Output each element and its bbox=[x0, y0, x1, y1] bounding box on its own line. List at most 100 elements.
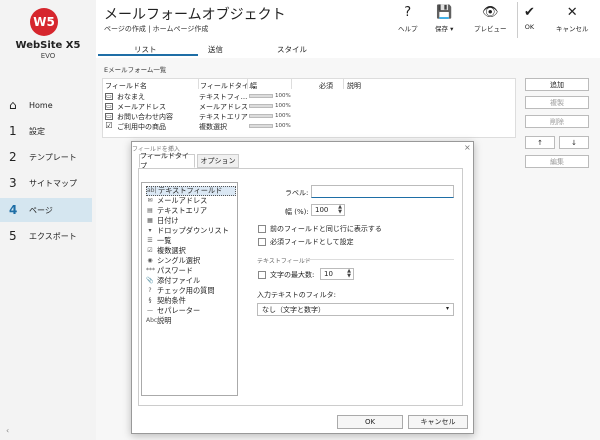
list-item-list[interactable]: ☰ 一覧 bbox=[146, 236, 236, 246]
dialog-close-icon[interactable]: × bbox=[464, 143, 471, 152]
width-bar bbox=[249, 94, 273, 98]
tab-options[interactable]: オプション bbox=[197, 154, 239, 168]
preview-button[interactable]: 👁 プレビュー bbox=[474, 6, 507, 34]
width-bar bbox=[249, 104, 273, 108]
breadcrumb[interactable]: ページの作成 | ホームページ作成 bbox=[104, 24, 208, 34]
table-row[interactable]: ▭ メールアドレス メールアドレス 100% bbox=[103, 101, 517, 111]
list-item-label: テキストフィールド bbox=[158, 186, 223, 195]
sidebar-item-home[interactable]: ⌂ Home bbox=[0, 93, 92, 117]
column-divider bbox=[198, 79, 199, 89]
list-item-description[interactable]: Abc 説明 bbox=[146, 316, 236, 326]
move-down-button[interactable]: ↓ bbox=[559, 136, 589, 149]
list-item-label: チェック用の質問 bbox=[157, 286, 215, 295]
app-logo: W5 bbox=[30, 8, 58, 36]
move-up-button[interactable]: ↑ bbox=[525, 136, 555, 149]
save-button[interactable]: 💾 保存 ▾ bbox=[435, 6, 453, 34]
label-input[interactable] bbox=[311, 185, 454, 198]
column-divider bbox=[247, 79, 248, 89]
cancel-label: キャンセル bbox=[556, 25, 589, 33]
table-row[interactable]: ▭ お問い合わせ内容 テキストエリア 100% bbox=[103, 111, 517, 121]
field-width: 100% bbox=[275, 113, 291, 119]
tab-send[interactable]: 送信 bbox=[208, 44, 223, 55]
list-item-textarea[interactable]: ▤ テキストエリア bbox=[146, 206, 236, 216]
group-divider bbox=[304, 259, 454, 260]
width-bar bbox=[249, 124, 273, 128]
list-item-password[interactable]: *** パスワード bbox=[146, 266, 236, 276]
collapse-sidebar-icon[interactable]: ‹ bbox=[6, 426, 9, 435]
list-icon: ☰ bbox=[147, 237, 153, 244]
list-item-label: メールアドレス bbox=[157, 196, 208, 205]
list-item-email[interactable]: ✉ メールアドレス bbox=[146, 196, 236, 206]
textarea-icon: ▤ bbox=[147, 207, 153, 214]
page-title: メールフォームオブジェクト bbox=[104, 7, 286, 23]
field-type: 複数選択 bbox=[199, 123, 227, 131]
list-item-label: シングル選択 bbox=[157, 256, 201, 265]
sidebar-item-template[interactable]: 2 テンプレート bbox=[0, 145, 92, 169]
list-item-single-choice[interactable]: ◉ シングル選択 bbox=[146, 256, 236, 266]
ok-button[interactable]: ✔ OK bbox=[524, 6, 535, 32]
text-field-icon: ab| bbox=[147, 187, 157, 194]
duplicate-button[interactable]: 複製 bbox=[525, 96, 589, 109]
list-item-dropdown[interactable]: ▾ ドロップダウンリスト bbox=[146, 226, 236, 236]
edit-button[interactable]: 編集 bbox=[525, 155, 589, 168]
list-item-label: テキストエリア bbox=[157, 206, 208, 215]
list-item-attachment[interactable]: 📎 添付ファイル bbox=[146, 276, 236, 286]
column-header[interactable]: 必須 bbox=[319, 81, 333, 91]
table-row[interactable]: ▭ おなまえ テキストフィ... 100% bbox=[103, 91, 517, 101]
delete-button[interactable]: 削除 bbox=[525, 115, 589, 128]
filter-select[interactable]: なし（文字と数字） ▾ bbox=[257, 303, 454, 316]
column-header[interactable]: 幅 bbox=[250, 81, 257, 91]
list-item-check-question[interactable]: ? チェック用の質問 bbox=[146, 286, 236, 296]
email-icon: ✉ bbox=[147, 197, 153, 204]
required-label: 必須フィールドとして設定 bbox=[270, 238, 354, 246]
field-type-list[interactable]: ab| テキストフィールド ✉ メールアドレス ▤ テキストエリア ▦ 日付け ▾ ドロッ… bbox=[141, 182, 238, 396]
sidebar-item-sitemap[interactable]: 3 サイトマップ bbox=[0, 171, 92, 195]
column-divider bbox=[291, 79, 292, 89]
field-table: フィールド名 フィールドタイ... 幅 必須 説明 ▭ おなまえ テキストフィ.… bbox=[102, 78, 516, 138]
header: メールフォームオブジェクト ページの作成 | ホームページ作成 ? ヘルプ 💾 … bbox=[96, 0, 600, 40]
column-divider bbox=[343, 79, 344, 89]
list-item-label: 契約条件 bbox=[157, 296, 186, 305]
insert-field-dialog: フィールドを挿入 × フィールドタイプ オプション ab| テキストフィールド ✉… bbox=[131, 141, 474, 434]
list-item-separator[interactable]: — セパレーター bbox=[146, 306, 236, 316]
sidebar-item-export[interactable]: 5 エクスポート bbox=[0, 224, 92, 248]
list-item-date[interactable]: ▦ 日付け bbox=[146, 216, 236, 226]
email-field-icon: ▭ bbox=[105, 103, 113, 110]
filter-caption: 入力テキストのフィルタ: bbox=[257, 291, 337, 299]
max-chars-checkbox[interactable] bbox=[258, 271, 266, 279]
sidebar-item-pages[interactable]: 4 ページ bbox=[0, 198, 92, 222]
list-item-text-field[interactable]: ab| テキストフィールド bbox=[146, 186, 236, 196]
stepper-arrows-icon[interactable]: ▲ ▼ bbox=[338, 205, 342, 215]
dialog-cancel-button[interactable]: キャンセル bbox=[408, 415, 468, 429]
tab-field-type[interactable]: フィールドタイプ bbox=[139, 152, 195, 170]
list-item-label: 一覧 bbox=[157, 236, 172, 245]
list-item-multiple-choice[interactable]: ☑ 複数選択 bbox=[146, 246, 236, 256]
step-number: 5 bbox=[9, 229, 17, 243]
sidebar-item-label: Home bbox=[29, 100, 53, 110]
step-number: 3 bbox=[9, 176, 17, 190]
ok-label: OK bbox=[524, 23, 535, 31]
width-bar bbox=[249, 114, 273, 118]
sidebar-item-label: サイトマップ bbox=[29, 178, 77, 188]
stepper-arrows-icon[interactable]: ▲ ▼ bbox=[347, 269, 351, 279]
cancel-button[interactable]: ✕ キャンセル bbox=[556, 6, 589, 34]
width-value: 100 bbox=[315, 206, 329, 214]
sidebar-item-label: ページ bbox=[29, 205, 53, 215]
list-item-terms[interactable]: § 契約条件 bbox=[146, 296, 236, 306]
column-header[interactable]: 説明 bbox=[347, 81, 361, 91]
checkbox-icon: ☑ bbox=[147, 247, 153, 254]
dialog-ok-button[interactable]: OK bbox=[337, 415, 403, 429]
max-chars-stepper[interactable]: 10 ▲ ▼ bbox=[320, 268, 354, 280]
step-number: 2 bbox=[9, 150, 17, 164]
add-button[interactable]: 追加 bbox=[525, 78, 589, 91]
column-header[interactable]: フィールド名 bbox=[105, 81, 147, 91]
tab-style[interactable]: スタイル bbox=[277, 44, 307, 55]
sidebar-item-settings[interactable]: 1 設定 bbox=[0, 119, 92, 143]
same-row-checkbox[interactable] bbox=[258, 225, 266, 233]
help-button[interactable]: ? ヘルプ bbox=[398, 6, 418, 34]
width-caption: 幅 (%): bbox=[285, 208, 309, 216]
table-row[interactable]: ☑ ご利用中の商品 複数選択 100% bbox=[103, 121, 517, 132]
section-title: Eメールフォーム一覧 bbox=[104, 66, 167, 74]
required-checkbox[interactable] bbox=[258, 238, 266, 246]
width-stepper[interactable]: 100 ▲ ▼ bbox=[311, 204, 345, 216]
